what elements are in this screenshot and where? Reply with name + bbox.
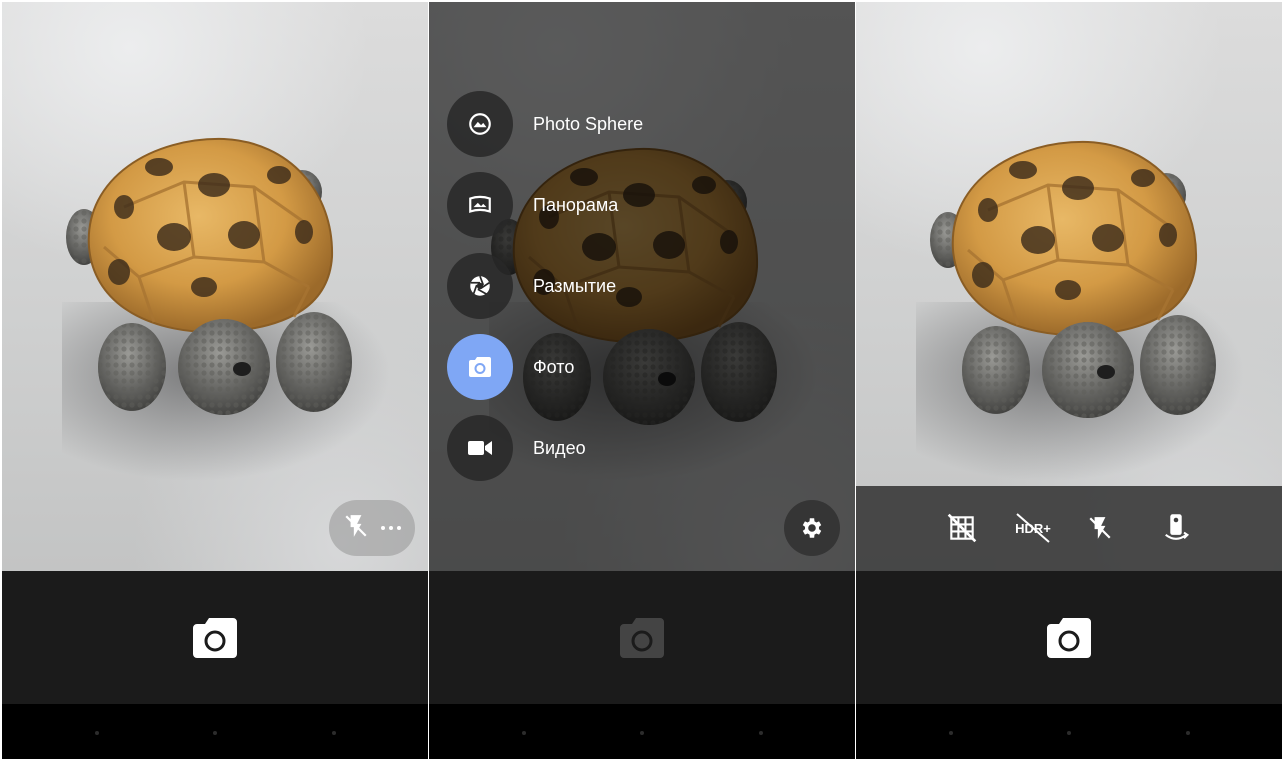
control-bar bbox=[2, 571, 428, 704]
shutter-button[interactable] bbox=[1045, 616, 1093, 660]
viewfinder[interactable]: HDR+ bbox=[856, 2, 1282, 571]
gear-icon bbox=[802, 518, 822, 538]
mode-item-photo-sphere[interactable]: Photo Sphere bbox=[447, 91, 747, 157]
shutter-button-disabled bbox=[618, 616, 666, 660]
mode-item-video[interactable]: Видео bbox=[447, 415, 747, 481]
grid-off-icon bbox=[947, 513, 977, 543]
panorama-icon bbox=[469, 195, 491, 214]
grid-toggle[interactable] bbox=[944, 510, 980, 546]
camera-screen-default bbox=[2, 2, 428, 759]
navigation-bar bbox=[429, 704, 855, 759]
nav-back[interactable] bbox=[522, 731, 526, 735]
nav-recents[interactable] bbox=[332, 731, 336, 735]
nav-back[interactable] bbox=[949, 731, 953, 735]
turtle-subject bbox=[928, 140, 1228, 425]
switch-camera-button[interactable] bbox=[1158, 510, 1194, 546]
mode-item-panorama[interactable]: Панорама bbox=[447, 172, 747, 238]
control-bar bbox=[429, 571, 855, 704]
nav-recents[interactable] bbox=[1186, 731, 1190, 735]
viewfinder: Photo Sphere Панорама Размытие Фото Виде… bbox=[429, 2, 855, 571]
hdr-off-icon: HDR+ bbox=[1015, 513, 1051, 543]
quick-settings-pill[interactable] bbox=[329, 500, 415, 556]
navigation-bar bbox=[2, 704, 428, 759]
camera-shutter-icon bbox=[1047, 617, 1091, 658]
nav-home[interactable] bbox=[640, 731, 644, 735]
camera-shutter-icon bbox=[193, 617, 237, 658]
camera-shutter-icon bbox=[620, 617, 664, 658]
lens-blur-icon bbox=[470, 275, 490, 296]
shutter-button[interactable] bbox=[191, 616, 239, 660]
settings-button[interactable] bbox=[784, 500, 840, 556]
more-horizontal-icon[interactable] bbox=[381, 526, 401, 530]
nav-home[interactable] bbox=[213, 731, 217, 735]
control-bar bbox=[856, 571, 1282, 704]
nav-recents[interactable] bbox=[759, 731, 763, 735]
mode-item-lens-blur[interactable]: Размытие bbox=[447, 253, 747, 319]
hdr-toggle[interactable]: HDR+ bbox=[1013, 510, 1053, 546]
video-camera-icon bbox=[468, 441, 492, 455]
flash-off-icon bbox=[1089, 517, 1111, 539]
nav-home[interactable] bbox=[1067, 731, 1071, 735]
mode-item-photo[interactable]: Фото bbox=[447, 334, 747, 400]
photo-sphere-icon bbox=[469, 113, 491, 135]
switch-camera-icon bbox=[1165, 514, 1190, 540]
turtle-subject bbox=[64, 137, 364, 422]
options-strip: HDR+ bbox=[856, 486, 1282, 571]
navigation-bar bbox=[856, 704, 1282, 759]
viewfinder[interactable] bbox=[2, 2, 428, 571]
camera-screen-options: HDR+ bbox=[856, 2, 1282, 759]
flash-off-icon[interactable] bbox=[343, 513, 369, 543]
nav-back[interactable] bbox=[95, 731, 99, 735]
flash-toggle[interactable] bbox=[1082, 510, 1118, 546]
camera-icon bbox=[469, 357, 491, 377]
camera-screen-mode-menu: Photo Sphere Панорама Размытие Фото Виде… bbox=[429, 2, 855, 759]
